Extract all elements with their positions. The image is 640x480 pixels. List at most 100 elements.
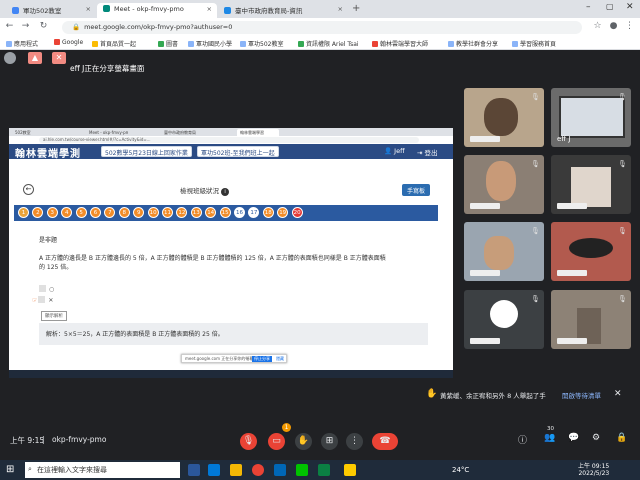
info-icon: i (221, 188, 230, 196)
handwriting-board-button: 手寫板 (402, 184, 431, 196)
forward-icon[interactable]: → (20, 21, 31, 32)
bookmark-item[interactable]: 教學社群會分享 (448, 39, 498, 48)
participant-video (569, 238, 613, 258)
pointer-icon: ☞ (32, 297, 38, 304)
user-name-text: Jeff (394, 147, 405, 155)
bookmark-item[interactable]: 圖書 (158, 39, 178, 48)
maximize-icon[interactable]: ▢ (606, 2, 614, 11)
url-text: meet.google.com/okp-fmvy-pmo?authuser=0 (84, 23, 233, 31)
share-notice-text: meet.google.com 正在分享你的螢幕畫面 (185, 356, 262, 361)
info-icon[interactable]: ⓘ (518, 433, 527, 446)
weather-text[interactable]: 24°C (452, 466, 469, 474)
browser-tab-bar: 軍功502教室 × Meet - okp-fmvy-pmo × 臺中市政府教育局-資… (0, 0, 640, 18)
close-icon[interactable]: × (86, 5, 91, 13)
bookmark-item[interactable]: 翰林雲端學習大師 (372, 39, 428, 48)
mic-toggle-button[interactable]: 🎙 (240, 433, 257, 450)
question-number-4: 4 (61, 207, 73, 218)
participant-tile[interactable]: 🎙 (464, 222, 544, 281)
bookmark-item[interactable]: 軍功國民小學 (188, 39, 232, 48)
question-text-line1: A 正方體的邊長是 B 正方體邊長的 5 倍，A 正方體的體積是 B 正方體體積… (39, 255, 386, 262)
bookmark-item[interactable]: 應用程式 (6, 39, 38, 48)
question-text: A 正方體的邊長是 B 正方體邊長的 5 倍，A 正方體的體積是 B 正方體體積… (39, 254, 434, 272)
bookmark-item[interactable]: 首頁品質一起 (92, 39, 136, 48)
tab-favicon-icon (12, 7, 19, 14)
camera-toggle-button[interactable]: ▭ (268, 433, 285, 450)
bookmark-item[interactable]: Google (54, 39, 83, 46)
participant-tile[interactable]: 🎙 (551, 290, 631, 349)
bookmark-item[interactable]: 軍功502教室 (240, 39, 283, 48)
bookmark-label: 首頁品質一起 (100, 41, 137, 48)
leave-call-button[interactable]: ☎ (372, 433, 398, 450)
line-icon[interactable] (296, 464, 308, 476)
page-title: 檢視班級狀況 i (180, 185, 230, 196)
bookmark-label: 教學社群會分享 (456, 41, 499, 48)
bookmark-label: 資訊權限 Ariel Tsai (306, 41, 359, 48)
close-icon[interactable]: × (338, 5, 343, 13)
lock-icon[interactable]: 🔒 (616, 433, 627, 443)
chrome-icon[interactable] (252, 464, 264, 476)
mic-off-icon: 🎙 (618, 160, 627, 168)
reload-icon[interactable]: ↻ (38, 21, 49, 32)
participant-name (557, 203, 587, 209)
present-button[interactable]: ⊞ (321, 433, 338, 450)
browser-tab-active[interactable]: Meet - okp-fmvy-pmo × (97, 3, 217, 18)
participant-tile[interactable]: 🎙 (464, 88, 544, 147)
browser-tab[interactable]: 軍功502教室 × (6, 3, 96, 18)
taskbar-search-box[interactable]: ⌕ 在這裡輸入文字來搜尋 (25, 462, 180, 478)
edge-icon[interactable] (208, 464, 220, 476)
back-icon[interactable]: ← (4, 21, 15, 32)
site-logo: 翰林雲端學測 (15, 149, 81, 160)
file-explorer-icon[interactable] (230, 464, 242, 476)
question-type-label: 是非題 (39, 237, 58, 244)
participant-tile[interactable]: 🎙 (464, 290, 544, 349)
shared-tab: Meet - okp-fmvy-pmo (89, 130, 128, 135)
new-tab-icon[interactable]: + (352, 3, 360, 14)
more-options-button[interactable]: ⋮ (346, 433, 363, 450)
meeting-code: okp-fmvy-pmo (52, 435, 107, 444)
participant-name (557, 338, 587, 344)
page-title-text: 檢視班級狀況 (180, 187, 219, 195)
people-icon[interactable]: 👥 (544, 433, 555, 443)
participant-tile[interactable]: 🎙 (464, 155, 544, 214)
store-icon[interactable] (274, 464, 286, 476)
question-number-9: 9 (133, 207, 145, 218)
task-view-icon[interactable] (188, 464, 200, 476)
bookmark-label: 翰林雲端學習大師 (380, 41, 429, 48)
activities-icon[interactable]: ⚙ (592, 433, 600, 443)
app-icon[interactable] (344, 464, 356, 476)
participant-tile[interactable]: 🎙 (551, 222, 631, 281)
bookmark-label: 圖書 (166, 41, 179, 48)
close-icon[interactable]: × (207, 5, 212, 13)
extensions-icon[interactable]: ☆ (592, 21, 603, 32)
participant-tile[interactable]: 🎙 eff J (551, 88, 631, 147)
question-number-19: 19 (277, 207, 289, 218)
profile-icon[interactable]: ● (608, 21, 619, 32)
bookmark-item[interactable]: 學習服務首頁 (512, 39, 556, 48)
bookmark-item[interactable]: 資訊權限 Ariel Tsai (298, 39, 359, 48)
chat-icon[interactable]: 💬 (568, 433, 579, 443)
class-button: 軍功502班-至我們班上一起 (197, 146, 279, 157)
participant-video (571, 167, 611, 207)
open-queue-link[interactable]: 開啟等待清單 (562, 390, 601, 400)
meet-favicon-icon (103, 5, 110, 12)
url-field[interactable]: 🔒 meet.google.com/okp-fmvy-pmo?authuser=0 (62, 21, 582, 34)
participant-tile[interactable]: 🎙 (551, 155, 631, 214)
meet-app-icon[interactable] (318, 464, 330, 476)
windows-start-icon[interactable]: ⊞ (6, 464, 14, 475)
question-number-2: 2 (32, 207, 44, 218)
window-close-icon[interactable]: ✕ (626, 2, 634, 12)
search-icon: ⌕ (28, 465, 32, 473)
minimize-icon[interactable]: – (586, 2, 591, 12)
participant-count: 30 (547, 426, 554, 432)
close-icon[interactable]: ✕ (614, 389, 622, 399)
question-number-18: 18 (262, 207, 274, 218)
raise-hand-button[interactable]: ✋ (295, 433, 312, 450)
browser-tab[interactable]: 臺中市政府教育局-資訊 × (218, 3, 348, 18)
meet-control-bar: 上午 9:15 | okp-fmvy-pmo 🎙 ▭ 1 ✋ ⊞ ⋮ ☎ ⓘ 3… (0, 420, 640, 460)
search-placeholder: 在這裡輸入文字來搜尋 (37, 466, 107, 474)
menu-icon[interactable]: ⋮ (624, 21, 635, 32)
user-name: 👤 Jeff (384, 147, 405, 155)
taskbar-clock[interactable]: 上午 09:15 2022/5/23 (578, 461, 609, 477)
question-number-16: 16 (234, 207, 245, 218)
mic-off-icon: 🎙 (531, 227, 540, 235)
